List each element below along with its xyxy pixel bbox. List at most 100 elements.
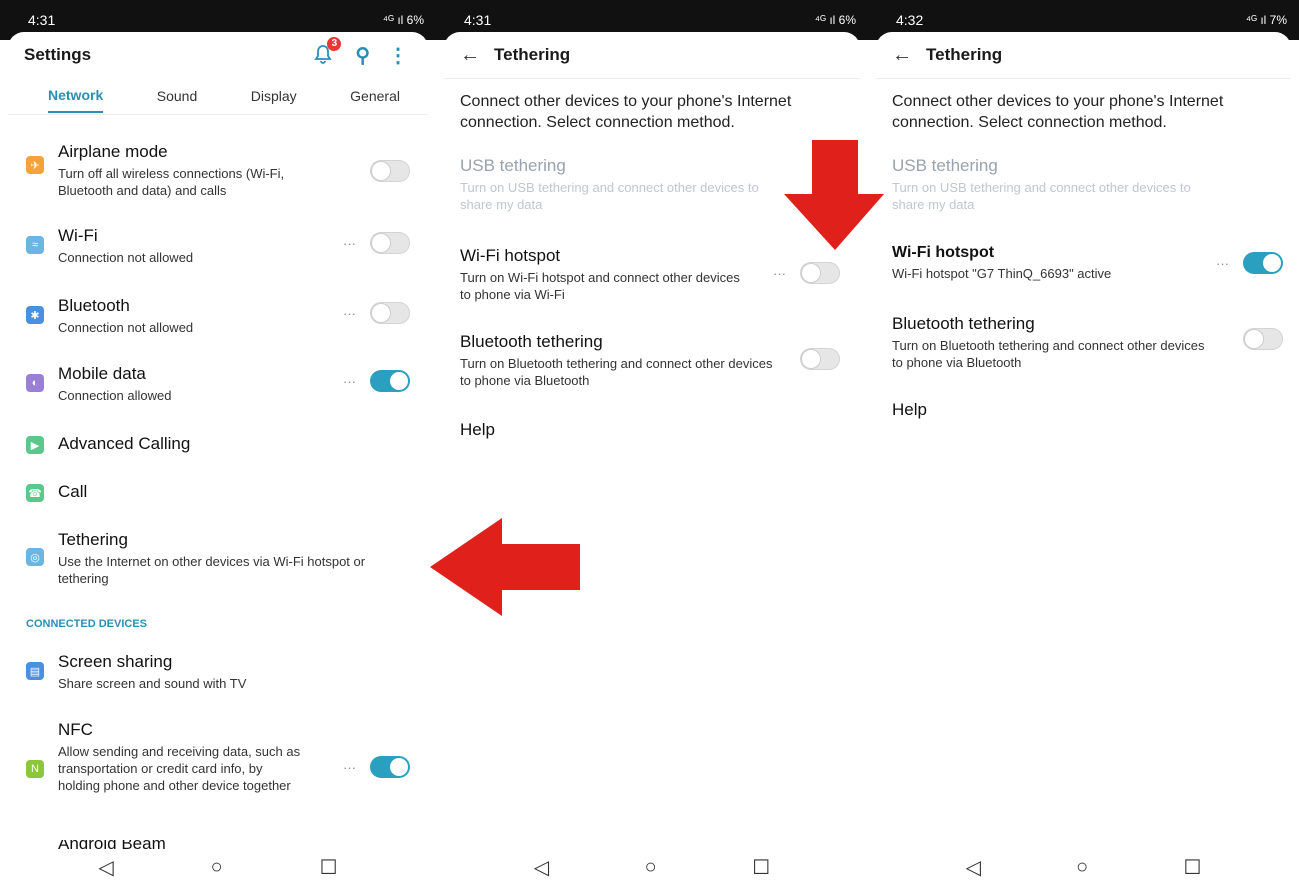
recents-nav-icon[interactable]: ☐ — [1183, 855, 1201, 880]
item-subtitle: Wi-Fi hotspot "G7 ThinQ_6693" active — [892, 266, 1112, 281]
screen-sharing-icon: ▤ — [26, 662, 44, 680]
advanced-calling-icon: ▶ — [26, 436, 44, 454]
item-title: USB tethering — [892, 156, 998, 175]
bluetooth-icon: ✱ — [26, 306, 44, 324]
airplane-mode-item[interactable]: ✈ Airplane mode Turn off all wireless co… — [8, 142, 428, 199]
bluetooth-tethering-toggle[interactable] — [800, 348, 840, 370]
home-nav-icon[interactable]: ○ — [1076, 856, 1088, 879]
status-indicators: ⁴ᴳ ıl 7% — [1245, 13, 1287, 27]
notification-badge: 3 — [327, 37, 342, 51]
settings-panel: 4:31 ⁴ᴳ ıl 6% Settings 3 ⚲ ⋮ Network Sou… — [0, 0, 436, 885]
bluetooth-item[interactable]: ✱ Bluetooth Connection not allowed ··· — [8, 296, 428, 336]
status-time: 4:31 — [464, 12, 492, 28]
settings-sheet: Settings 3 ⚲ ⋮ Network Sound Display Gen… — [8, 32, 428, 850]
airplane-mode-toggle[interactable] — [370, 160, 410, 182]
back-nav-icon[interactable]: ◁ — [534, 855, 549, 880]
nfc-more-icon[interactable]: ··· — [343, 760, 356, 775]
item-title: Tethering — [58, 530, 128, 549]
wifi-hotspot-more-icon[interactable]: ··· — [773, 266, 786, 281]
tethering-sheet: ← Tethering Connect other devices to you… — [876, 32, 1291, 849]
mobile-data-icon: ◐ — [26, 374, 44, 392]
call-item[interactable]: ☎ Call — [8, 482, 428, 502]
back-nav-icon[interactable]: ◁ — [966, 855, 981, 880]
wifi-item[interactable]: ≈ Wi-Fi Connection not allowed ··· — [8, 226, 428, 266]
back-arrow-icon[interactable]: ← — [460, 44, 480, 67]
tab-display[interactable]: Display — [251, 80, 297, 112]
help-label: Help — [460, 420, 495, 439]
search-icon[interactable]: ⚲ — [355, 43, 370, 68]
bluetooth-tethering-item[interactable]: Bluetooth tethering Turn on Bluetooth te… — [876, 314, 1291, 371]
tethering-description: Connect other devices to your phone's In… — [444, 78, 860, 133]
wifi-hotspot-item[interactable]: Wi-Fi hotspot Turn on Wi-Fi hotspot and … — [444, 246, 860, 303]
nfc-toggle[interactable] — [370, 756, 410, 778]
item-subtitle: Connection allowed — [58, 388, 172, 403]
back-nav-icon[interactable]: ◁ — [98, 855, 113, 880]
wifi-hotspot-item[interactable]: Wi-Fi hotspot Wi-Fi hotspot "G7 ThinQ_66… — [876, 244, 1291, 282]
nav-bar: ◁ ○ ☐ — [436, 849, 868, 885]
help-item[interactable]: Help — [876, 400, 1291, 420]
wifi-more-icon[interactable]: ··· — [343, 236, 356, 251]
item-subtitle: Turn off all wireless connections (Wi-Fi… — [58, 166, 285, 198]
item-subtitle: Connection not allowed — [58, 320, 194, 335]
tethering-icon: ◎ — [26, 548, 44, 566]
tab-sound[interactable]: Sound — [157, 80, 197, 112]
left-arrow-annotation-icon — [430, 518, 580, 616]
nav-bar: ◁ ○ ☐ — [0, 849, 436, 885]
item-subtitle: Turn on USB tethering and connect other … — [892, 180, 1191, 212]
wifi-hotspot-more-icon[interactable]: ··· — [1216, 256, 1229, 271]
down-arrow-annotation-icon — [784, 140, 884, 250]
item-title: Wi-Fi — [58, 226, 98, 245]
mobile-data-more-icon[interactable]: ··· — [343, 374, 356, 389]
tethering-panel-after: 4:32 ⁴ᴳ ıl 7% ← Tethering Connect other … — [868, 0, 1299, 885]
tab-general[interactable]: General — [350, 80, 400, 112]
nfc-item[interactable]: N NFC Allow sending and receiving data, … — [8, 720, 428, 794]
mobile-data-item[interactable]: ◐ Mobile data Connection allowed ··· — [8, 364, 428, 404]
bluetooth-tethering-toggle[interactable] — [1243, 328, 1283, 350]
home-nav-icon[interactable]: ○ — [211, 856, 223, 879]
tethering-description: Connect other devices to your phone's In… — [876, 78, 1291, 133]
wifi-toggle[interactable] — [370, 232, 410, 254]
item-subtitle: Share screen and sound with TV — [58, 676, 247, 691]
nfc-icon: N — [26, 760, 44, 778]
usb-tethering-item[interactable]: USB tethering Turn on USB tethering and … — [876, 156, 1291, 213]
item-subtitle: Allow sending and receiving data, such a… — [58, 744, 301, 793]
item-subtitle: Turn on USB tethering and connect other … — [460, 180, 759, 212]
tethering-panel-before: 4:31 ⁴ᴳ ıl 6% ← Tethering Connect other … — [436, 0, 868, 885]
recents-nav-icon[interactable]: ☐ — [752, 855, 770, 880]
item-subtitle: Turn on Bluetooth tethering and connect … — [892, 338, 1205, 370]
bluetooth-toggle[interactable] — [370, 302, 410, 324]
page-title: Tethering — [926, 45, 1003, 64]
section-header: CONNECTED DEVICES — [26, 618, 148, 630]
screen-sharing-item[interactable]: ▤ Screen sharing Share screen and sound … — [8, 652, 428, 692]
item-title: Advanced Calling — [58, 434, 191, 453]
item-title: Wi-Fi hotspot — [460, 246, 561, 265]
item-title: Mobile data — [58, 364, 146, 383]
home-nav-icon[interactable]: ○ — [645, 856, 657, 879]
back-arrow-icon[interactable]: ← — [892, 44, 912, 67]
notification-bell-icon[interactable]: 3 — [311, 37, 342, 67]
wifi-hotspot-toggle[interactable] — [1243, 252, 1283, 274]
page-title: Settings — [24, 45, 92, 64]
item-title: Screen sharing — [58, 652, 173, 671]
item-title: Bluetooth — [58, 296, 130, 315]
mobile-data-toggle[interactable] — [370, 370, 410, 392]
item-title: Call — [58, 482, 88, 501]
item-subtitle: Turn on Wi-Fi hotspot and connect other … — [460, 270, 740, 302]
tab-network[interactable]: Network — [48, 79, 104, 113]
bluetooth-more-icon[interactable]: ··· — [343, 306, 356, 321]
item-subtitle: Use the Internet on other devices via Wi… — [58, 554, 366, 586]
item-title: Airplane mode — [58, 142, 168, 161]
help-item[interactable]: Help — [444, 420, 860, 440]
advanced-calling-item[interactable]: ▶ Advanced Calling — [8, 434, 428, 454]
status-indicators: ⁴ᴳ ıl 6% — [814, 13, 856, 27]
wifi-hotspot-toggle[interactable] — [800, 262, 840, 284]
recents-nav-icon[interactable]: ☐ — [320, 855, 338, 880]
bluetooth-tethering-item[interactable]: Bluetooth tethering Turn on Bluetooth te… — [444, 332, 860, 389]
settings-header: Settings 3 ⚲ ⋮ — [8, 32, 428, 78]
status-indicators: ⁴ᴳ ıl 6% — [382, 13, 424, 27]
more-options-icon[interactable]: ⋮ — [388, 43, 408, 68]
tethering-header: ← Tethering — [444, 32, 860, 78]
tethering-item[interactable]: ◎ Tethering Use the Internet on other de… — [8, 530, 428, 587]
airplane-icon: ✈ — [26, 156, 44, 174]
nav-bar: ◁ ○ ☐ — [868, 849, 1299, 885]
